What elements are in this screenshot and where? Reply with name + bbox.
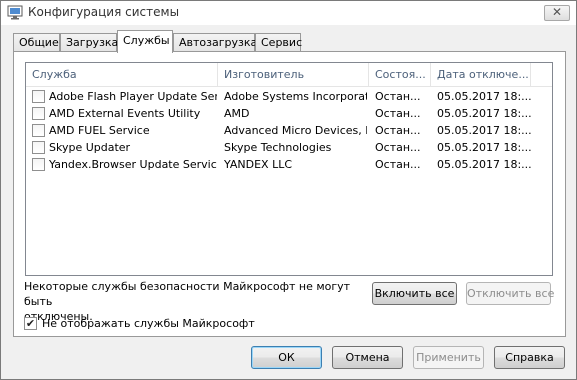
service-status: Остан...: [375, 107, 421, 120]
service-checkbox[interactable]: [32, 141, 45, 154]
hide-microsoft-services-checkbox[interactable]: ✔: [24, 317, 37, 330]
table-row[interactable]: Yandex.Browser Update Service YANDEX LLC…: [26, 156, 552, 173]
column-header-status[interactable]: Состоя...: [369, 63, 431, 87]
service-name: AMD FUEL Service: [49, 124, 150, 137]
checkmark-icon: ✔: [25, 317, 36, 330]
tab-tools[interactable]: Сервис: [255, 33, 302, 52]
column-header-disabled-date[interactable]: Дата отключе...: [431, 63, 531, 87]
service-disabled-date: 05.05.2017 18:...: [437, 90, 532, 103]
tab-general[interactable]: Общие: [13, 33, 60, 52]
help-button[interactable]: Справка: [494, 346, 565, 369]
service-name: Yandex.Browser Update Service: [49, 158, 217, 171]
close-icon: ✕: [551, 5, 563, 19]
ok-button[interactable]: ОК: [251, 346, 322, 369]
table-row[interactable]: AMD External Events Utility AMD Остан...…: [26, 105, 552, 122]
cancel-button[interactable]: Отмена: [332, 346, 403, 369]
table-row[interactable]: AMD FUEL Service Advanced Micro Devices,…: [26, 122, 552, 139]
service-status: Остан...: [375, 90, 421, 103]
service-name: Adobe Flash Player Update Service: [49, 90, 217, 103]
service-manufacturer: YANDEX LLC: [224, 158, 293, 171]
tab-services[interactable]: Службы: [117, 30, 173, 53]
security-note-line-1: Некоторые службы безопасности Майкрософт…: [24, 280, 351, 308]
service-status: Остан...: [375, 158, 421, 171]
service-disabled-date: 05.05.2017 18:...: [437, 141, 532, 154]
service-manufacturer: Adobe Systems Incorporated: [224, 90, 367, 103]
service-disabled-date: 05.05.2017 18:...: [437, 107, 532, 120]
system-configuration-window: Конфигурация системы ✕ Общие Загрузка Сл…: [0, 0, 577, 380]
close-button[interactable]: ✕: [544, 5, 570, 21]
service-status: Остан...: [375, 141, 421, 154]
service-manufacturer: AMD: [224, 107, 250, 120]
service-checkbox[interactable]: [32, 124, 45, 137]
enable-all-button[interactable]: Включить все: [372, 282, 457, 305]
services-panel: Служба Изготовитель Состоя... Дата отклю…: [13, 51, 566, 337]
column-header-manufacturer[interactable]: Изготовитель: [218, 63, 369, 87]
service-name: Skype Updater: [49, 141, 131, 154]
table-row[interactable]: Skype Updater Skype Technologies Остан..…: [26, 139, 552, 156]
hide-microsoft-services-label: Не отображать службы Майкрософт: [42, 317, 255, 330]
services-list[interactable]: Служба Изготовитель Состоя... Дата отклю…: [25, 62, 553, 276]
list-header: Служба Изготовитель Состоя... Дата отклю…: [26, 63, 552, 87]
service-name: AMD External Events Utility: [49, 107, 201, 120]
tab-startup[interactable]: Автозагрузка: [173, 33, 257, 52]
column-header-service[interactable]: Служба: [26, 63, 218, 87]
service-status: Остан...: [375, 124, 421, 137]
service-disabled-date: 05.05.2017 18:...: [437, 158, 532, 171]
msconfig-icon: [7, 5, 23, 20]
disable-all-button[interactable]: Отключить все: [466, 282, 554, 305]
service-checkbox[interactable]: [32, 90, 45, 103]
tab-boot[interactable]: Загрузка: [60, 33, 118, 52]
table-row[interactable]: Adobe Flash Player Update Service Adobe …: [26, 88, 552, 105]
service-manufacturer: Advanced Micro Devices, I...: [224, 124, 367, 137]
service-checkbox[interactable]: [32, 107, 45, 120]
service-manufacturer: Skype Technologies: [224, 141, 332, 154]
window-title: Конфигурация системы: [28, 5, 180, 19]
apply-button[interactable]: Применить: [413, 346, 484, 369]
title-bar: Конфигурация системы ✕: [1, 1, 576, 25]
service-checkbox[interactable]: [32, 158, 45, 171]
service-disabled-date: 05.05.2017 18:...: [437, 124, 532, 137]
